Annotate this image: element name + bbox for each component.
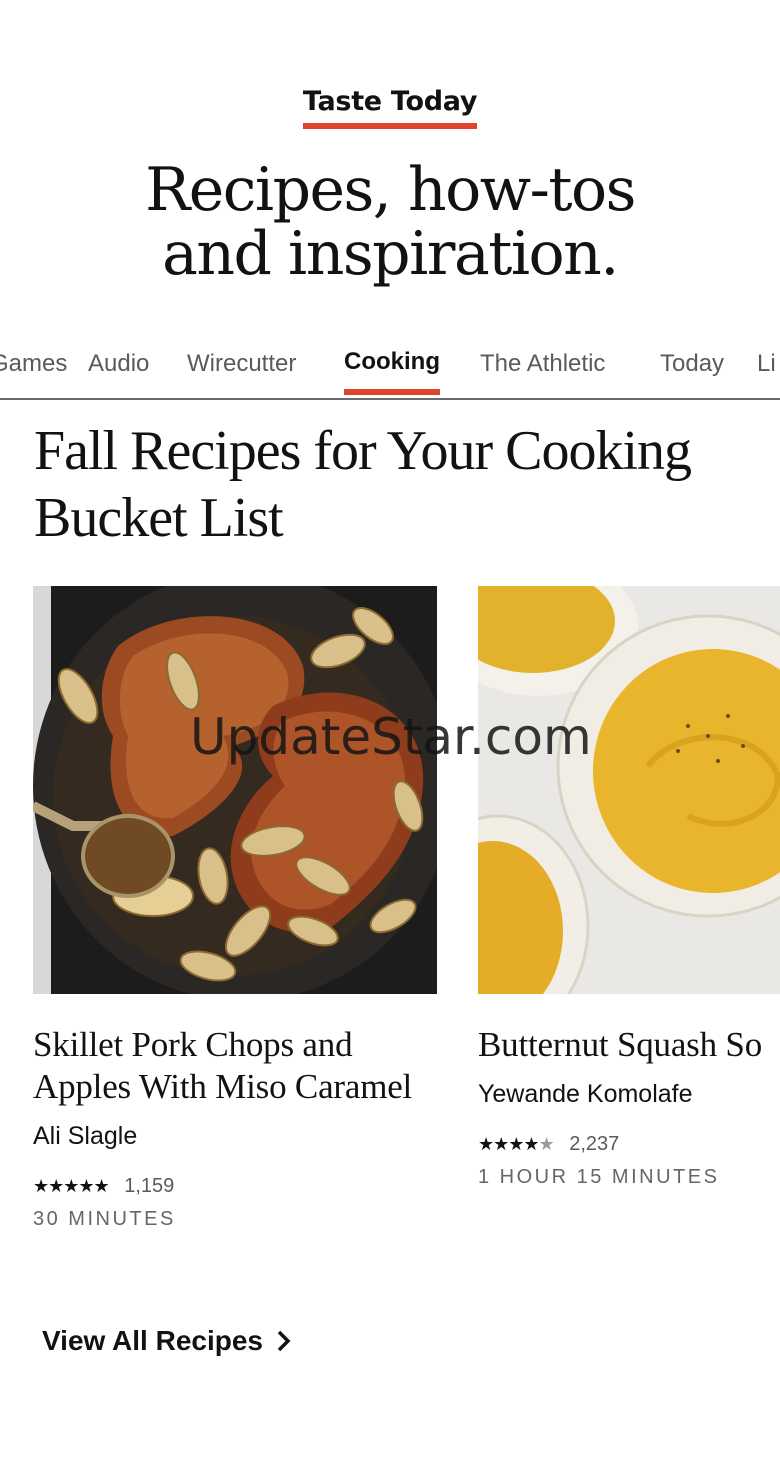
headline-line-2: and inspiration. (162, 219, 619, 289)
tab-games[interactable]: Games (0, 350, 67, 378)
pork-chops-image (33, 586, 437, 994)
recipe-rating: ★★★★★ 2,237 (478, 1133, 780, 1156)
recipe-author: Ali Slagle (33, 1122, 138, 1150)
section-title: Fall Recipes for Your Cooking Bucket Lis… (34, 420, 692, 549)
headline-line-1: Recipes, how-tos (145, 155, 636, 225)
recipe-photo-pork-chops[interactable] (33, 586, 437, 994)
star-rating-icon: ★★★★★ (33, 1176, 110, 1196)
recipe-card-pork-chops[interactable]: Skillet Pork Chops and Apples With Miso … (33, 586, 453, 1231)
recipe-rating: ★★★★★ 1,159 (33, 1175, 453, 1198)
eyebrow-label: Taste Today (302, 86, 477, 129)
promo-headline: Recipes, how-tos and inspiration. (0, 158, 780, 286)
rating-count: 2,237 (569, 1133, 620, 1155)
tab-audio[interactable]: Audio (88, 350, 149, 378)
tab-lifestyle[interactable]: Li (757, 350, 776, 378)
section-tab-bar: Games Audio Wirecutter Cooking The Athle… (0, 340, 780, 400)
squash-soup-image (478, 586, 780, 994)
view-all-label: View All Recipes (42, 1325, 263, 1356)
view-all-recipes-link[interactable]: View All Recipes (42, 1325, 291, 1357)
recipe-title-line-1: Butternut Squash So (478, 1025, 762, 1064)
tab-today[interactable]: Today (660, 350, 724, 378)
recipe-photo-butternut-squash[interactable] (478, 586, 780, 994)
recipe-time: 30 MINUTES (33, 1208, 176, 1230)
recipe-title-line-2: Apples With Miso Caramel (33, 1067, 413, 1106)
recipe-title[interactable]: Butternut Squash So (478, 1024, 780, 1066)
star-rating-icon: ★★★★★ (478, 1134, 555, 1154)
recipe-title-line-1: Skillet Pork Chops and (33, 1025, 353, 1064)
recipe-title[interactable]: Skillet Pork Chops and Apples With Miso … (33, 1024, 453, 1108)
recipe-card-butternut-squash[interactable]: Butternut Squash So Yewande Komolafe ★★★… (478, 586, 780, 1189)
tab-wirecutter[interactable]: Wirecutter (187, 350, 296, 378)
recipe-time: 1 HOUR 15 MINUTES (478, 1166, 720, 1188)
tab-cooking[interactable]: Cooking (344, 348, 440, 395)
brand-eyebrow: Taste Today (0, 86, 780, 129)
chevron-right-icon (277, 1330, 291, 1352)
tab-the-athletic[interactable]: The Athletic (480, 350, 605, 378)
rating-count: 1,159 (124, 1175, 175, 1197)
recipe-author: Yewande Komolafe (478, 1080, 693, 1108)
